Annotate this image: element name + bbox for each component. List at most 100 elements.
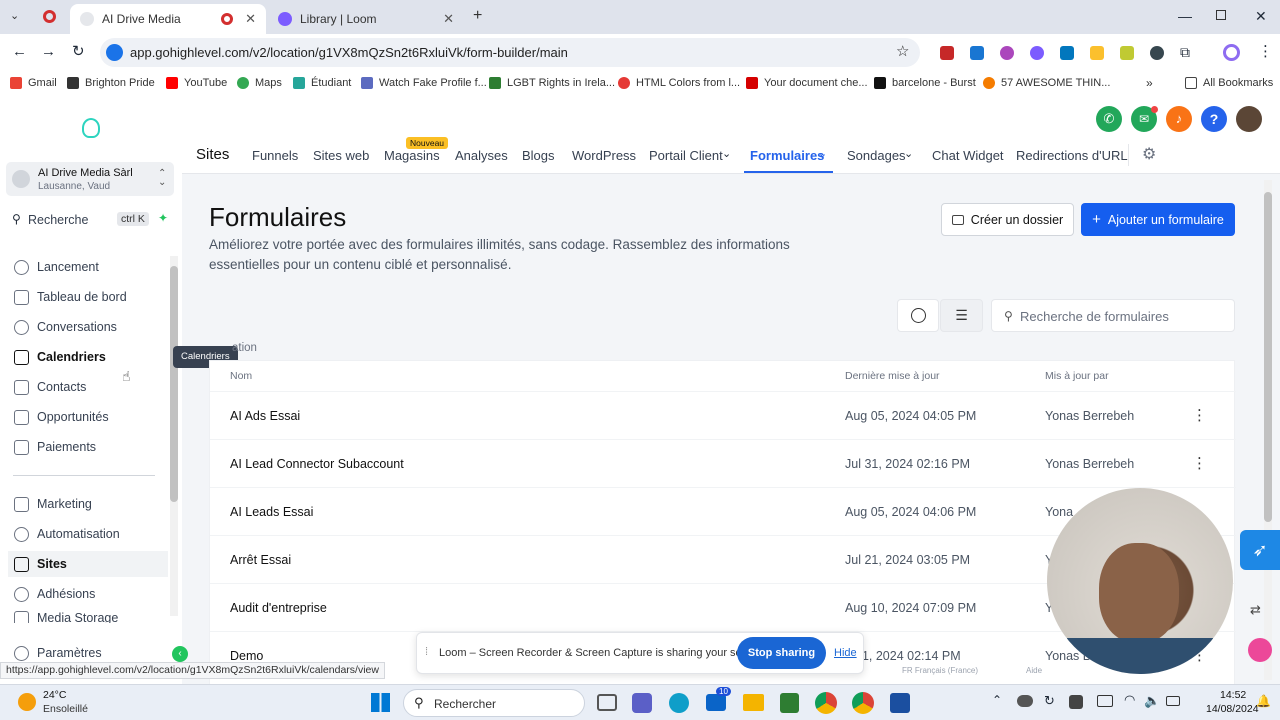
tab-wordpress[interactable]: WordPress: [572, 148, 636, 163]
bookmark-html-colors[interactable]: HTML Colors from l...: [618, 77, 740, 89]
tab-chat-widget[interactable]: Chat Widget: [932, 148, 1004, 163]
table-row[interactable]: AI Lead Connector Subaccount Jul 31, 202…: [210, 439, 1236, 487]
extension-icon[interactable]: [1150, 46, 1164, 60]
tray-cloud-icon[interactable]: [1017, 695, 1033, 707]
tab-funnels[interactable]: Funnels: [252, 148, 298, 163]
sidebar-item-media-storage[interactable]: Media Storage: [8, 611, 168, 623]
klaviyo-icon[interactable]: [890, 693, 910, 713]
hide-link[interactable]: Hide: [834, 647, 857, 659]
teams-icon[interactable]: [632, 693, 652, 713]
sidebar-item-adhesions[interactable]: Adhésions: [8, 581, 168, 607]
bookmark-your-document[interactable]: Your document che...: [746, 77, 868, 89]
tab-formulaires[interactable]: Formulaires: [750, 148, 824, 163]
site-info-icon[interactable]: [106, 44, 123, 61]
bookmark-gmail[interactable]: Gmail: [10, 77, 57, 89]
recording-tab-icon[interactable]: [43, 10, 56, 23]
mail-icon[interactable]: [706, 694, 726, 711]
row-menu-icon[interactable]: ⋮: [1192, 454, 1207, 472]
clock-time[interactable]: 14:52: [1220, 689, 1246, 701]
address-bar[interactable]: app.gohighlevel.com/v2/location/g1VX8mQz…: [100, 38, 920, 67]
user-avatar[interactable]: [1236, 106, 1262, 132]
chrome-icon[interactable]: [815, 692, 837, 714]
extension-icon[interactable]: [1030, 46, 1044, 60]
extensions-puzzle-icon[interactable]: ⧉: [1180, 44, 1190, 61]
sidebar-item-tableau-de-bord[interactable]: Tableau de bord: [8, 284, 168, 310]
scrollbar-thumb[interactable]: [1264, 192, 1272, 522]
sidebar-item-opportunites[interactable]: Opportunités: [8, 404, 168, 430]
file-explorer-icon[interactable]: [743, 694, 764, 711]
close-tab-icon[interactable]: ✕: [245, 11, 256, 27]
bell-button-icon[interactable]: ♪: [1166, 106, 1192, 132]
sidebar-item-automatisation[interactable]: Automatisation: [8, 521, 168, 547]
task-view-icon[interactable]: [597, 694, 617, 711]
bookmark-lgbt-rights[interactable]: LGBT Rights in Irela...: [489, 77, 615, 89]
form-name[interactable]: Demo: [230, 649, 263, 663]
tab-portail-client[interactable]: Portail Client: [649, 148, 723, 163]
sidebar-item-sites[interactable]: Sites: [8, 551, 168, 577]
sidebar-item-conversations[interactable]: Conversations: [8, 314, 168, 340]
bookmark-brighton-pride[interactable]: Brighton Pride: [67, 77, 155, 89]
wifi-icon[interactable]: ◠: [1124, 692, 1135, 708]
browser-menu-icon[interactable]: ⋮: [1258, 42, 1273, 60]
help-button-icon[interactable]: ?: [1201, 106, 1227, 132]
new-tab-icon[interactable]: +: [473, 7, 482, 25]
add-form-button[interactable]: + Ajouter un formulaire: [1081, 203, 1235, 236]
tab-blogs[interactable]: Blogs: [522, 148, 555, 163]
app-icon[interactable]: [780, 693, 799, 713]
more-bookmarks-icon[interactable]: »: [1146, 76, 1153, 90]
sidebar-item-calendriers[interactable]: Calendriers: [8, 344, 168, 370]
sidebar-scrollbar[interactable]: [170, 256, 178, 616]
phone-button-icon[interactable]: ✆: [1096, 106, 1122, 132]
extension-icon[interactable]: [940, 46, 954, 60]
reload-icon[interactable]: ↻: [72, 42, 85, 60]
sidebar-search[interactable]: ⚲ Recherche ctrl K ✦: [6, 208, 174, 232]
close-window-icon[interactable]: ✕: [1255, 8, 1267, 25]
form-search-input[interactable]: ⚲ Recherche de formulaires: [991, 299, 1235, 332]
main-scrollbar[interactable]: [1264, 180, 1272, 680]
create-folder-button[interactable]: Créer un dossier: [941, 203, 1074, 236]
webcam-bubble[interactable]: [1047, 488, 1233, 674]
sidebar-item-lancement[interactable]: Lancement: [8, 254, 168, 280]
bookmark-all-bookmarks[interactable]: All Bookmarks: [1185, 77, 1273, 89]
form-name[interactable]: Audit d'entreprise: [230, 601, 327, 615]
rocket-launcher-icon[interactable]: ➶: [1240, 530, 1280, 570]
tab-redirections-url[interactable]: Redirections d'URL: [1016, 148, 1128, 163]
sidebar-item-contacts[interactable]: Contacts: [8, 374, 168, 400]
taskbar-search[interactable]: ⚲ Rechercher: [403, 689, 585, 717]
clock-date[interactable]: 14/08/2024: [1206, 703, 1259, 715]
recent-view-button[interactable]: [897, 299, 939, 332]
edge-icon[interactable]: [669, 693, 689, 713]
volume-icon[interactable]: 🔈: [1144, 693, 1160, 709]
weather-sun-icon[interactable]: [18, 693, 36, 711]
tray-chevron-icon[interactable]: ⌃: [992, 693, 1002, 707]
bookmark-57-awesome[interactable]: 57 AWESOME THIN...: [983, 77, 1110, 89]
tray-sync-icon[interactable]: ↻: [1044, 693, 1055, 709]
windows-start-icon[interactable]: [371, 693, 390, 712]
tab-analyses[interactable]: Analyses: [455, 148, 508, 163]
tab-library-loom[interactable]: Library | Loom ✕: [268, 4, 464, 34]
extension-icon[interactable]: [1000, 46, 1014, 60]
stop-sharing-button[interactable]: Stop sharing: [737, 637, 826, 669]
back-icon[interactable]: ←: [12, 43, 27, 60]
keyboard-icon[interactable]: [1097, 695, 1113, 707]
chrome-profile-icon[interactable]: [852, 692, 874, 714]
tab-ai-drive-media[interactable]: AI Drive Media ✕: [70, 4, 266, 34]
bookmark-watch-fake-profile[interactable]: Watch Fake Profile f...: [361, 77, 487, 89]
translate-icon[interactable]: ⇄: [1250, 602, 1261, 618]
bookmark-barcelone-burst[interactable]: barcelone - Burst: [874, 77, 976, 89]
tab-sites-web[interactable]: Sites web: [313, 148, 369, 163]
form-name[interactable]: AI Leads Essai: [230, 505, 313, 519]
table-row[interactable]: AI Ads Essai Aug 05, 2024 04:05 PM Yonas…: [210, 391, 1236, 439]
sidebar-item-marketing[interactable]: Marketing: [8, 491, 168, 517]
restore-window-icon[interactable]: [1216, 10, 1226, 20]
scrollbar-thumb[interactable]: [170, 266, 178, 502]
tab-magasins[interactable]: Magasins: [384, 148, 440, 163]
brain-ai-icon[interactable]: [1248, 638, 1272, 662]
column-header-updated-by[interactable]: Mis à jour par: [1045, 370, 1109, 382]
sidebar-item-paiements[interactable]: Paiements: [8, 434, 168, 460]
sparkle-icon[interactable]: ✦: [158, 211, 168, 225]
tray-app-icon[interactable]: [1069, 695, 1083, 709]
extension-icon[interactable]: [1060, 46, 1074, 60]
bookmark-youtube[interactable]: YouTube: [166, 77, 227, 89]
profile-avatar-icon[interactable]: [1223, 44, 1240, 61]
